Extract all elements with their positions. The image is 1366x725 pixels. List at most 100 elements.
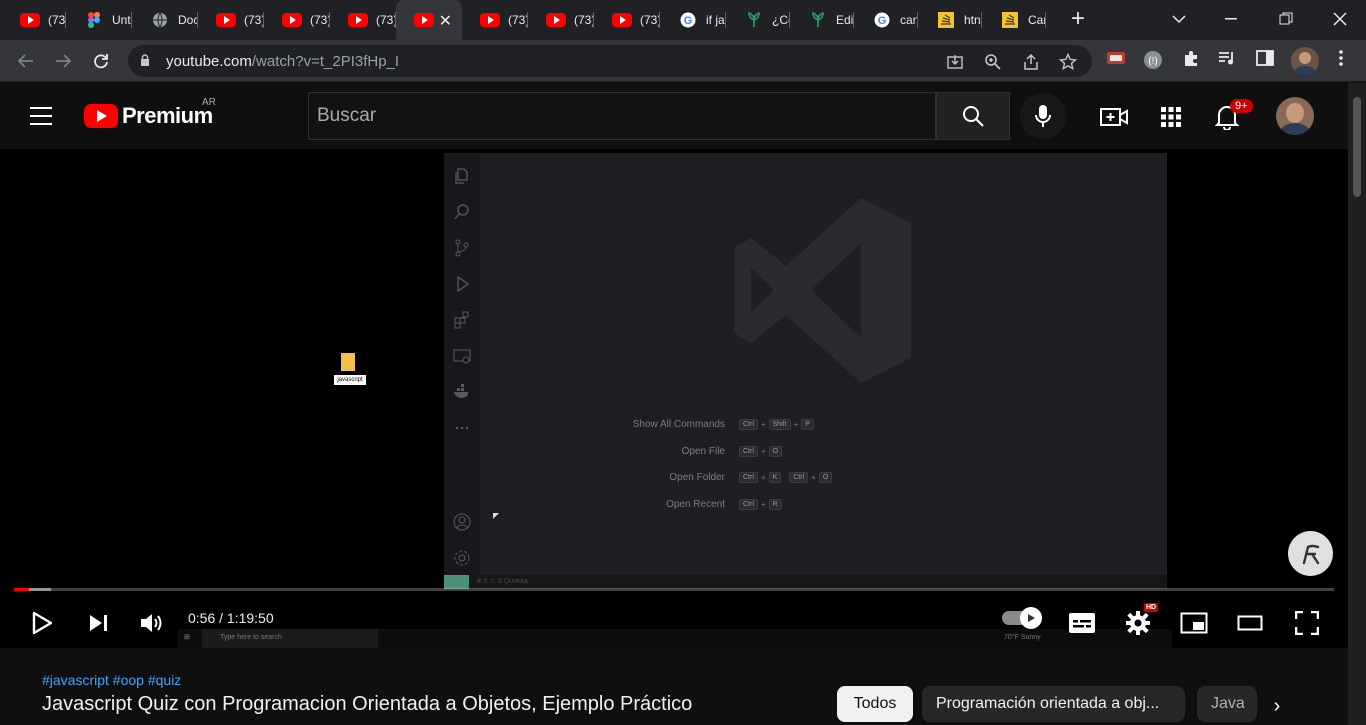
tab-title: can [900, 13, 918, 27]
tab-title: (73) [376, 13, 396, 27]
explorer-icon [455, 168, 468, 184]
side-panel-icon[interactable] [1254, 50, 1276, 72]
command-label: Open Folder [669, 471, 725, 483]
cast-extension-icon[interactable] [1105, 50, 1127, 72]
bookmark-star-icon[interactable] [1058, 52, 1078, 71]
share-icon[interactable] [1022, 53, 1040, 71]
progress-bar[interactable] [14, 588, 1334, 591]
tab-title: Unt [112, 13, 131, 27]
google-icon: G [678, 12, 698, 28]
key: Shift [768, 418, 791, 430]
autoplay-toggle[interactable] [1002, 607, 1042, 629]
video-info-area: #javascript #oop #quiz Javascript Quiz c… [0, 648, 1348, 725]
extensions-puzzle-icon[interactable] [1180, 50, 1202, 72]
youtube-icon [414, 13, 434, 27]
stackoverflow-icon [1000, 12, 1020, 28]
google-icon: G [872, 12, 892, 28]
youtube-icon [20, 13, 40, 27]
video-player[interactable]: javascript Show All Commands Ctrl + Shift… [0, 149, 1348, 648]
chrome-profile-avatar[interactable] [1291, 47, 1319, 75]
browser-tab[interactable]: ¿Có [726, 4, 790, 36]
search-input[interactable] [317, 101, 917, 131]
search-box[interactable] [308, 92, 936, 140]
theater-mode-button[interactable] [1232, 605, 1268, 641]
forward-button[interactable] [50, 48, 76, 74]
chip-todos[interactable]: Todos [837, 686, 913, 722]
install-app-icon[interactable] [946, 53, 964, 71]
accounts-icon [453, 513, 471, 531]
browser-tab[interactable]: (73) [330, 4, 396, 36]
tab-title: (73) [640, 13, 660, 27]
browser-tab[interactable]: (73) [528, 4, 594, 36]
tab-title: if ja [706, 13, 725, 27]
next-button[interactable] [80, 605, 116, 641]
search-icon [454, 204, 469, 220]
create-video-icon[interactable] [1100, 103, 1128, 131]
youtube-premium-logo[interactable]: Premium AR [84, 97, 216, 129]
browser-tab[interactable]: Unt [66, 4, 132, 36]
youtube-icon [348, 13, 368, 27]
browser-tab[interactable]: Gif ja [660, 4, 726, 36]
vscode-status-bar: ⊗ 0 ⚠ 0 Quokka [444, 575, 1167, 589]
browser-tab[interactable]: (73) [594, 4, 660, 36]
command-label: Open Recent [666, 498, 725, 510]
apps-grid-icon[interactable] [1157, 103, 1185, 131]
lock-icon[interactable] [140, 54, 150, 66]
tab-title: (73) [244, 13, 264, 27]
restore-button[interactable] [1263, 4, 1309, 34]
time-display: 0:56 / 1:19:50 [188, 610, 274, 626]
minimize-button[interactable] [1208, 4, 1254, 34]
browser-tab[interactable]: Doc [132, 4, 198, 36]
guide-menu-icon[interactable] [30, 107, 52, 125]
browser-tab[interactable]: (73) [2, 4, 66, 36]
address-bar[interactable]: youtube.com/watch?v=t_2PI3fHp_I [128, 45, 1092, 77]
chrome-menu-icon[interactable] [1330, 50, 1352, 72]
media-controls-icon[interactable] [1216, 50, 1238, 72]
zoom-icon[interactable] [984, 53, 1002, 71]
page-scrollbar[interactable] [1348, 83, 1366, 725]
voice-search-button[interactable] [1020, 93, 1066, 139]
subtitles-icon [1069, 613, 1095, 633]
chips-next-arrow-icon[interactable]: › [1262, 692, 1292, 722]
close-window-button[interactable] [1317, 4, 1363, 34]
browser-tab[interactable]: Car [982, 4, 1046, 36]
chip-java[interactable]: Java [1197, 686, 1257, 722]
browser-tab[interactable]: Gcan [854, 4, 918, 36]
new-tab-button[interactable]: + [1066, 6, 1090, 34]
video-hashtags[interactable]: #javascript #oop #quiz [42, 672, 181, 688]
account-avatar[interactable] [1276, 97, 1314, 135]
browser-tab[interactable]: (73) [264, 4, 330, 36]
play-button[interactable] [24, 605, 60, 641]
tab-title: ¿Có [772, 13, 790, 27]
miniplayer-button[interactable] [1176, 605, 1212, 641]
browser-tab[interactable]: htn [918, 4, 982, 36]
remote-explorer-icon [453, 349, 471, 364]
search-button[interactable] [936, 92, 1010, 140]
profile-extension-icon[interactable]: (!) [1142, 50, 1164, 72]
close-tab-icon[interactable]: ✕ [439, 11, 452, 31]
key: Ctrl [789, 471, 809, 483]
notification-count-badge: 9+ [1230, 99, 1253, 113]
browser-tab[interactable]: ✕ [396, 0, 462, 40]
browser-tab[interactable]: (73) [198, 4, 264, 36]
tab-title: Car [1028, 13, 1046, 27]
reload-button[interactable] [88, 48, 114, 74]
browser-tab[interactable]: Edi [790, 4, 854, 36]
progress-played [14, 588, 29, 591]
back-button[interactable] [13, 48, 39, 74]
browser-tab[interactable]: (73) [462, 4, 528, 36]
command-row-show-all: Show All Commands Ctrl + Shift + P [615, 417, 816, 431]
url-text[interactable]: youtube.com/watch?v=t_2PI3fHp_I [166, 53, 399, 70]
quokka-logo-button[interactable] [1288, 531, 1333, 576]
mute-button[interactable] [134, 605, 170, 641]
search-icon [963, 106, 984, 127]
scrollbar-thumb[interactable] [1353, 97, 1361, 197]
subtitles-button[interactable] [1064, 605, 1100, 641]
tab-search-icon[interactable] [1156, 4, 1202, 34]
chip-programacion-oop[interactable]: Programación orientada a obj... [922, 686, 1185, 722]
url-path: /watch?v=t_2PI3fHp_I [251, 53, 400, 70]
youtube-logo-icon [84, 104, 118, 128]
fullscreen-button[interactable] [1289, 605, 1325, 641]
tab-title: (73) [508, 13, 528, 27]
settings-gear-icon [1126, 611, 1150, 635]
